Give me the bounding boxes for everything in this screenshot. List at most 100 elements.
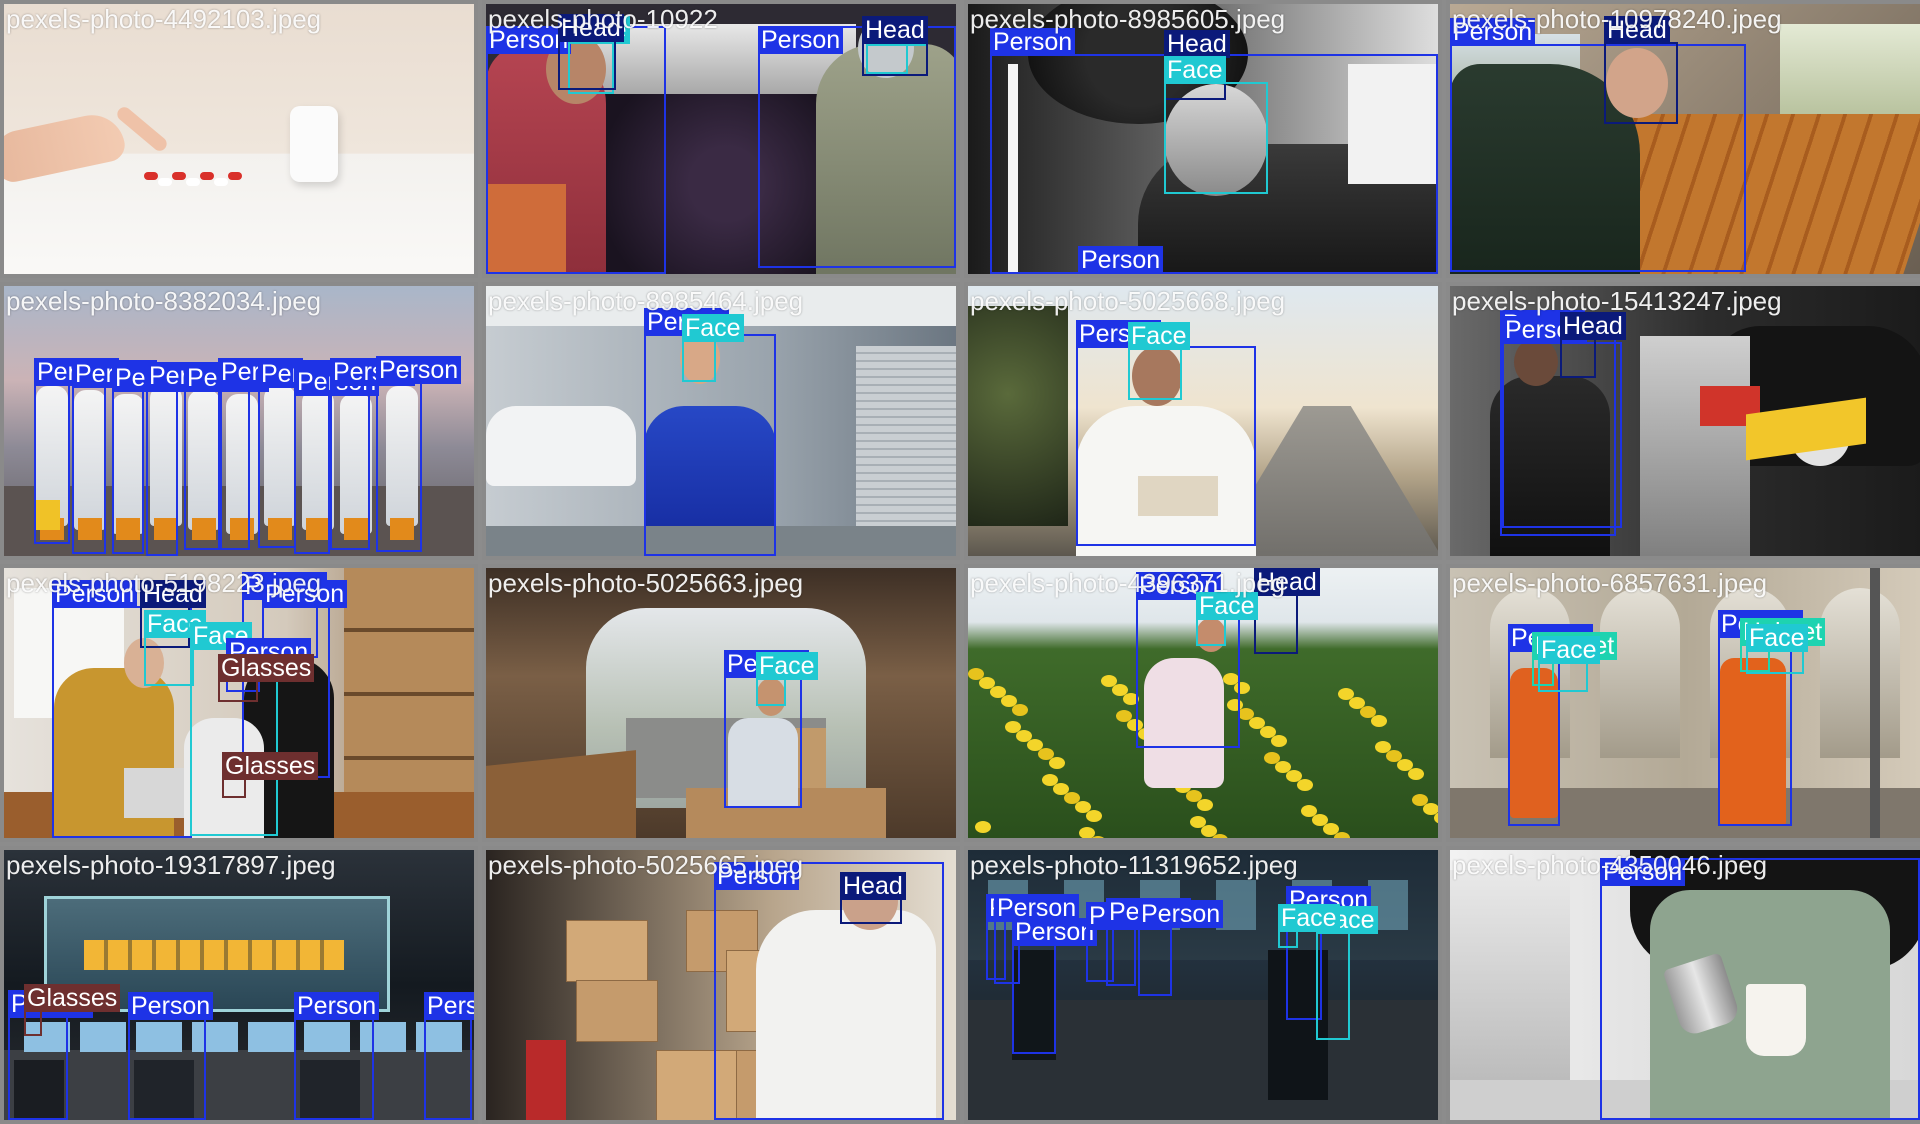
detection-box-person: Person [1450,18,1746,272]
image-tile[interactable]: PersonHeadFacePersonPersonFacePersonGlas… [0,564,478,842]
detection-box-person: Person [184,364,270,550]
detection-box-person: Person [424,992,474,1120]
detection-box-face: Face [1196,592,1258,646]
trees [968,306,1068,526]
detection-box-person: Person [1078,246,1318,274]
detection-box-person: Person [72,360,158,554]
belt [84,940,344,970]
detection-label: Person [1600,858,1686,886]
detection-label: Face [1538,636,1600,664]
window [1820,588,1900,758]
detection-label: Head [840,872,906,900]
detection-label: Person [758,26,844,54]
image-tile[interactable]: Person Head pexels-photo-5025665.jpeg [482,846,960,1124]
detection-box-head: Head [1560,312,1626,378]
detection-box-face: Face [144,610,206,686]
detection-box-glasses: Glasses [218,654,315,702]
image-tile[interactable]: Person Head Face pexels-photo-4396371.jpeg [964,564,1442,842]
machine [1640,336,1750,556]
image-tile[interactable]: Person Head pexels-photo-10978240.jpeg [1446,0,1920,278]
detection-box-glasses: Glasses [24,984,121,1036]
shutter [856,346,956,546]
detection-label: Person [1450,18,1536,46]
capsule [172,172,186,180]
detection-box-head: Head [558,14,624,90]
image-tile[interactable]: Person pexels-photo-4350046.jpeg [1446,846,1920,1124]
red-hand-truck [526,1040,566,1120]
detection-label: Head [140,580,206,608]
photo-van [486,568,956,838]
detection-label: Person [424,992,474,1020]
image-tile[interactable]: pexels-photo-4492103.jpeg [0,0,478,278]
cardboard-box [566,920,648,982]
detection-box-person: Person [294,368,380,554]
detection-box-person: Person [128,992,214,1120]
detection-label: Face [1164,56,1226,84]
pipe [1870,568,1880,838]
detection-box-person: Person [1600,858,1920,1120]
detection-label: Head [1164,30,1230,58]
detection-label: Glasses [218,654,315,682]
detection-box-person: Person [146,362,232,556]
marigold [1197,799,1213,811]
detection-box-person: Person [376,356,462,552]
detection-box-face: Face [1128,322,1190,400]
image-tile[interactable]: PersonPersonPersonPersonPersonPersonPers… [964,846,1442,1124]
detection-label: Person [1012,918,1098,946]
detection-label: Person [128,992,214,1020]
detection-label: Face [1746,624,1808,652]
capsule [214,178,228,186]
detection-label: Person [1138,900,1224,928]
capsule [158,178,172,186]
detection-box-person: Person [112,364,198,554]
monitor [248,1022,294,1052]
image-tile[interactable]: PersonFaceHeadPersonFaceHeadpexels-photo… [482,0,960,278]
detection-box-person: Person [1012,918,1098,1054]
detection-label: Person [52,580,138,608]
detection-label: Person [714,862,800,890]
image-tile[interactable]: PersonFacepexels-photo-8985464.jpeg [482,282,960,560]
detection-box-face: Face [1316,906,1378,1040]
detection-label: Face [1278,904,1340,932]
marigold [1408,768,1424,780]
marigold [1090,836,1106,838]
detection-box-person: Person [218,358,304,550]
marigold [975,821,991,833]
detection-box-face: Face [1538,636,1600,692]
detection-label: Face [682,314,744,342]
detection-label: Face [756,652,818,680]
image-tile[interactable]: PersonPersonHeadpexels-photo-15413247.jp… [1446,282,1920,560]
image-tile[interactable]: PersonFacepexels-photo-5025663.jpeg [482,564,960,842]
detection-box-head: Head [1604,16,1678,124]
image-tile[interactable]: PersonGlassesPersonPersonPersonpexels-ph… [0,846,478,1124]
detection-box-person: Person [34,358,120,544]
detection-box-head: Head [862,16,928,76]
detection-label: Face [1196,592,1258,620]
detection-box-head: Head [840,872,906,924]
box-1 [486,750,636,838]
detection-box-face: Face [1278,904,1340,948]
image-tile[interactable]: Person Face pexels-photo-5025668.jpeg [964,282,1442,560]
pill-bottle [290,106,338,182]
capsule [186,178,200,186]
monitor [80,1022,126,1052]
image-tile[interactable]: PersonPersonPersonPersonPersonPersonPers… [0,282,478,560]
image-tile[interactable]: Person Head Face Person pexels-photo-8985605… [964,0,1442,278]
espresso-machine [1450,870,1570,1080]
car [486,406,636,486]
photo-pills [4,4,474,274]
detection-box-face: Face [682,314,744,382]
desk [4,1050,474,1120]
bike-wheel [1268,1050,1308,1090]
detection-box-face: Face [1746,624,1808,674]
marigold [1049,757,1065,769]
detection-label: Head [558,14,624,42]
marigold [1012,704,1028,716]
detection-label: Head [1254,568,1320,596]
detection-label: Person [990,28,1076,56]
image-tile[interactable]: PersonHelmetFacePersonHelmetFacepexels-p… [1446,564,1920,842]
detection-label: Head [1560,312,1626,340]
marigold [1371,715,1387,727]
detection-box-person: Person [1106,898,1192,986]
detection-label: Head [1604,16,1670,44]
